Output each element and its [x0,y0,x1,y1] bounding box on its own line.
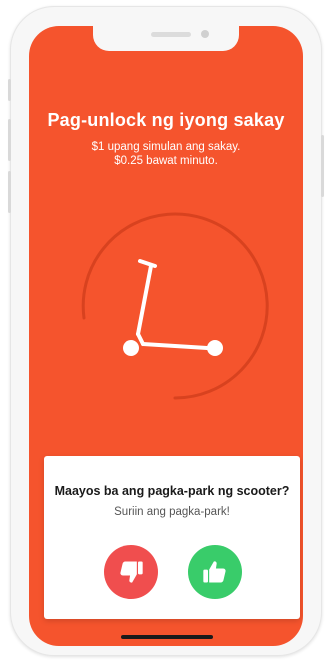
front-camera [201,30,209,38]
thumbs-down-button[interactable] [104,545,158,599]
thumbs-up-icon [203,561,226,583]
unlock-title: Pag-unlock ng iyong sakay [47,110,285,130]
progress-ring [81,212,269,400]
scooter-icon [123,259,223,356]
parking-check-card: Maayos ba ang pagka-park ng scooter? Sur… [44,456,300,619]
home-indicator[interactable] [121,635,213,639]
unlock-progress-indicator [81,212,269,400]
power-button [321,135,324,197]
device-mockup: Pag-unlock ng iyong sakay $1 upang simul… [0,0,332,662]
speaker-grille [151,32,191,37]
notch [93,26,239,51]
parking-instruction: Suriin ang pagka-park! [114,506,230,518]
start-price-text: $1 upang simulan ang sakay. [91,141,241,153]
thumbs-up-button[interactable] [188,545,242,599]
mute-switch [8,79,11,101]
thumbs-down-icon [120,561,143,583]
volume-up-button [8,119,11,161]
parking-question: Maayos ba ang pagka-park ng scooter? [54,484,290,498]
unlock-screen: Pag-unlock ng iyong sakay $1 upang simul… [29,26,303,646]
volume-down-button [8,171,11,213]
per-minute-price-text: $0.25 bawat minuto. [114,155,218,167]
